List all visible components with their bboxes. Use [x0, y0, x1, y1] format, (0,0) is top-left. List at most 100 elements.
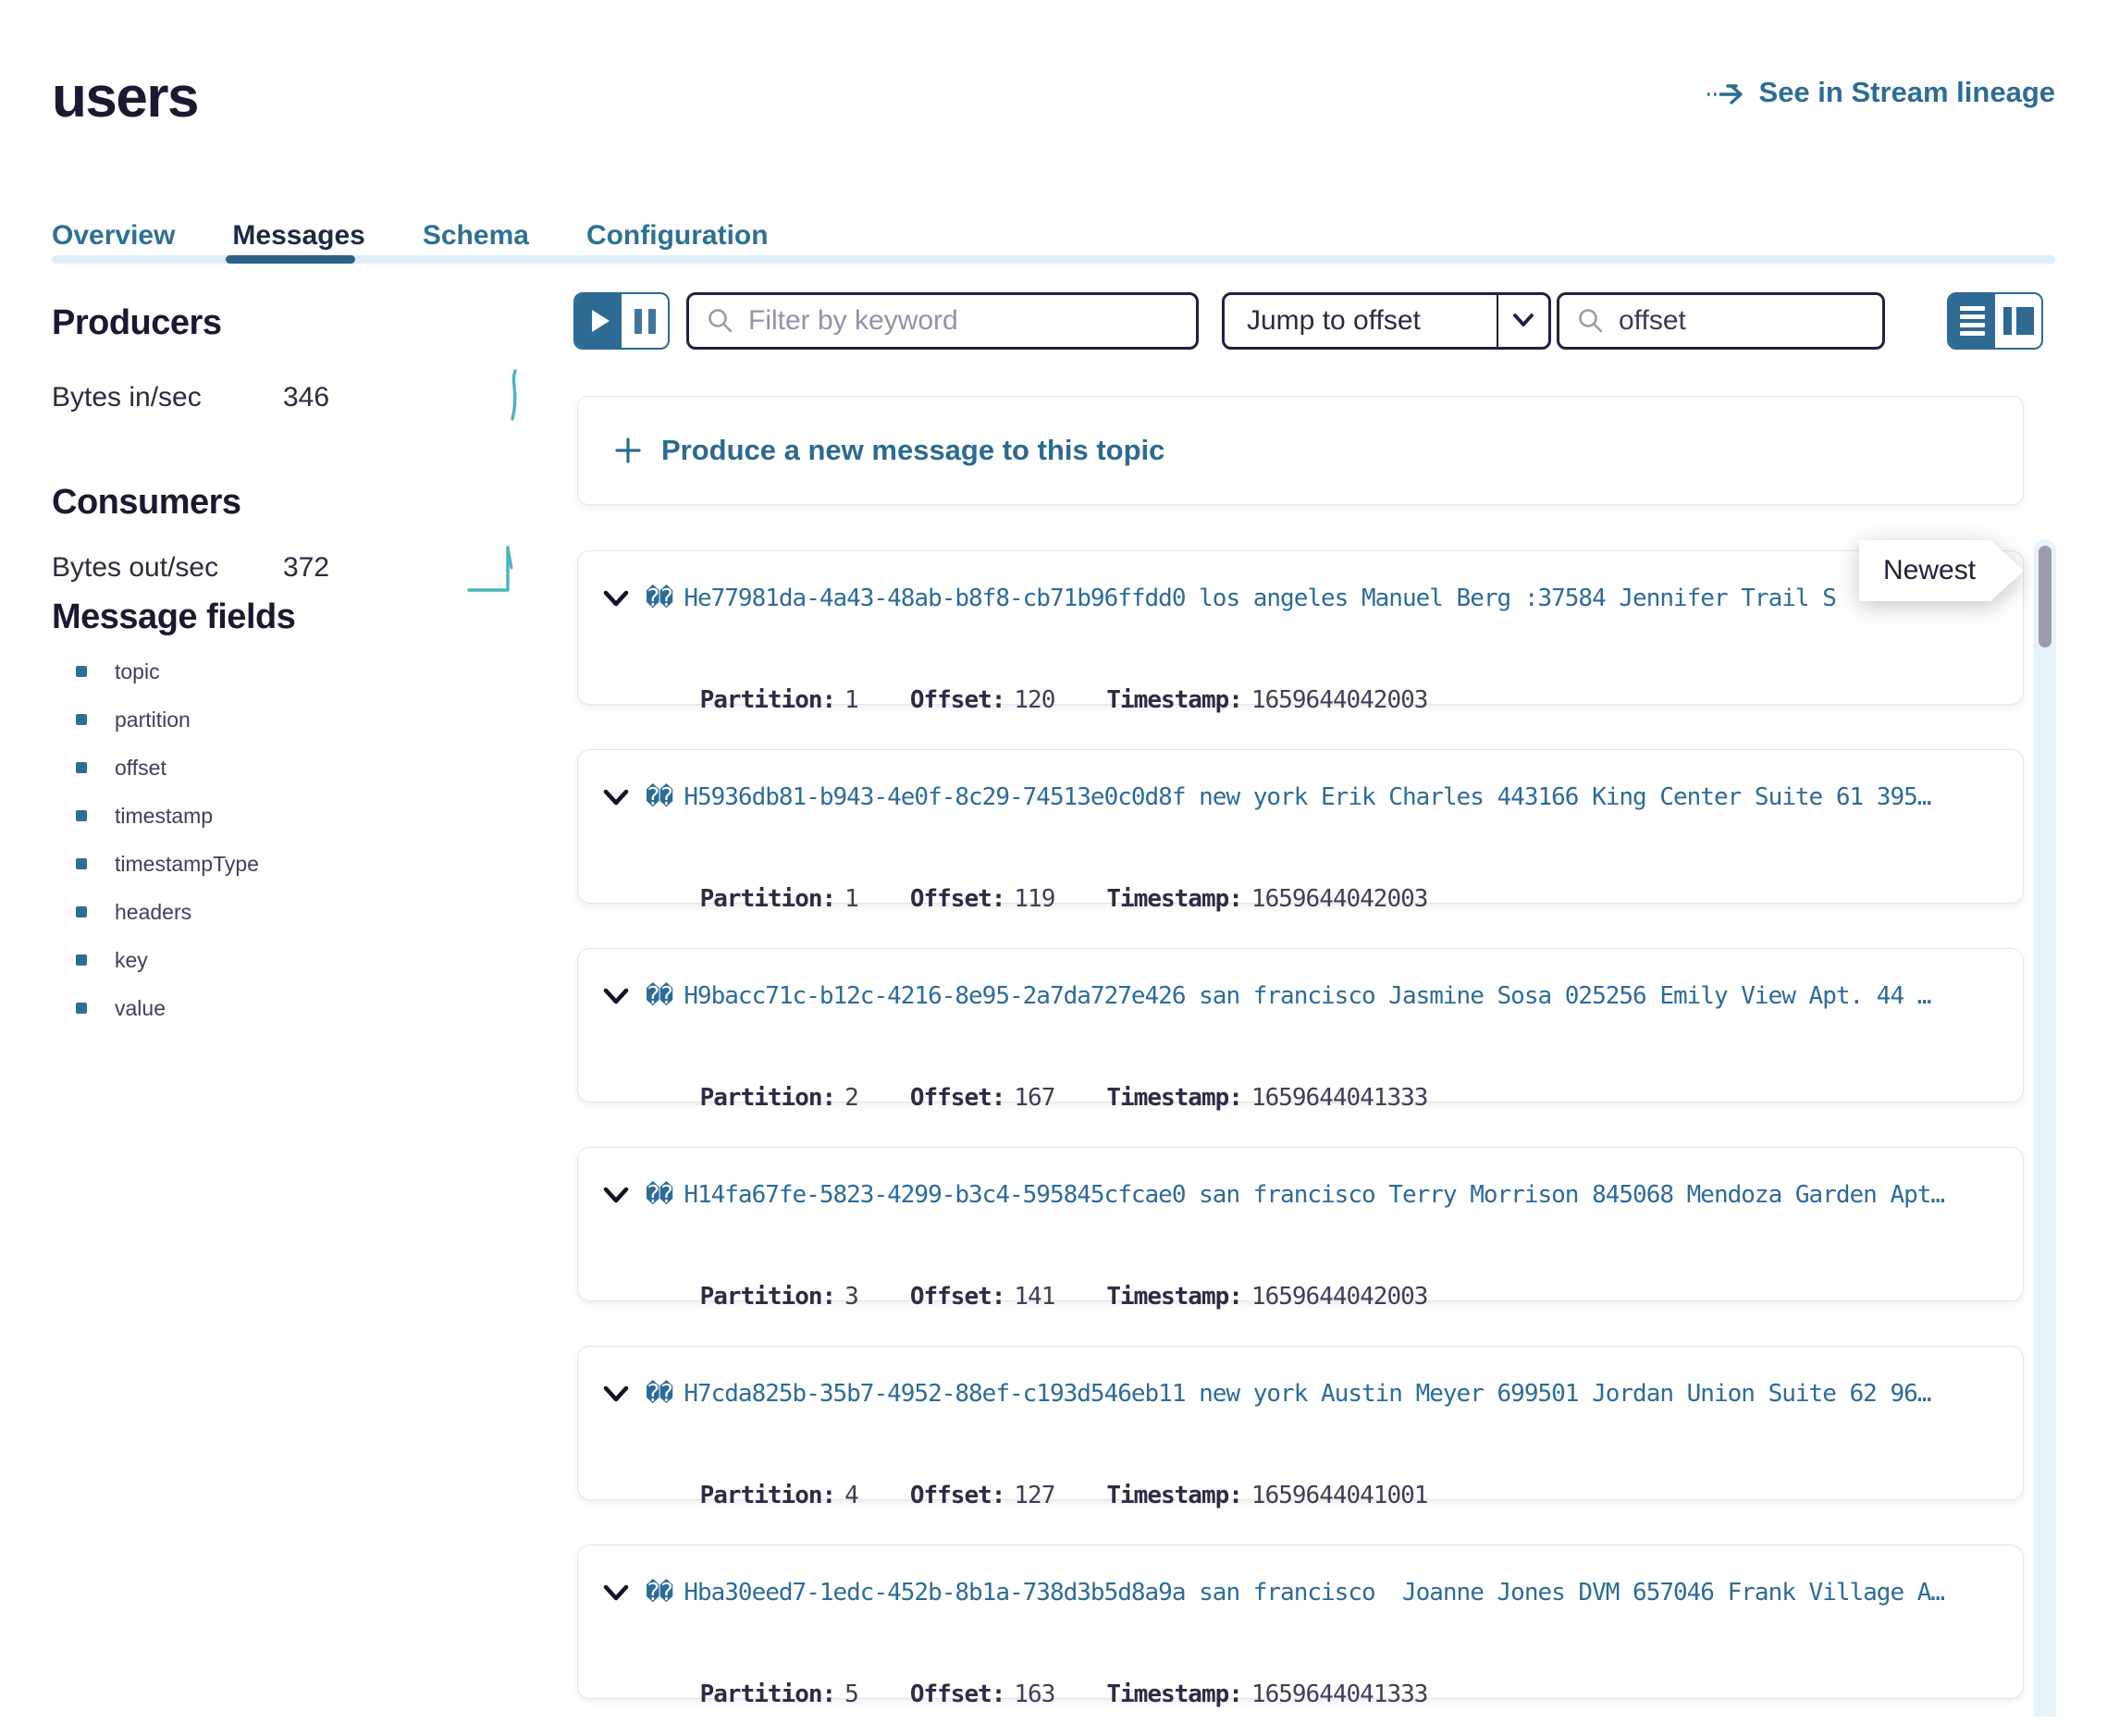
- bytes-out-sparkline: [466, 536, 525, 598]
- newest-tooltip-label: Newest: [1859, 540, 2024, 601]
- expand-chevron-icon[interactable]: [602, 1582, 630, 1604]
- tabs-underline-track: [52, 255, 2055, 264]
- message-card[interactable]: �� Hba30eed7-1edc-452b-8b1a-738d3b5d8a9a…: [577, 1545, 2024, 1699]
- messages-scrollbar-thumb[interactable]: [2039, 546, 2052, 647]
- field-item-offset[interactable]: offset: [52, 744, 496, 792]
- tab-overview[interactable]: Overview: [52, 220, 175, 252]
- message-summary-row: �� H9bacc71c-b12c-4216-8e95-2a7da727e426…: [602, 982, 2004, 1010]
- play-pause-toggle: [573, 292, 670, 350]
- pause-icon: [635, 309, 656, 334]
- tab-messages[interactable]: Messages: [232, 220, 364, 252]
- field-bullet-icon: [76, 858, 87, 869]
- producers-stat-row: Bytes in/sec 346: [52, 368, 525, 426]
- split-view-button[interactable]: [1995, 294, 2041, 348]
- message-meta-row: Partition:2Offset:167Timestamp:165964404…: [646, 1056, 1427, 1139]
- replacement-glyphs: ��: [646, 982, 672, 1010]
- expand-chevron-icon[interactable]: [602, 587, 630, 609]
- expand-chevron-icon[interactable]: [602, 985, 630, 1007]
- message-key-value-text: H5936db81-b943-4e0f-8c29-74513e0c0d8f ne…: [684, 783, 2004, 811]
- message-key-value-text: H7cda825b-35b7-4952-88ef-c193d546eb11 ne…: [684, 1380, 2004, 1408]
- offset-search-input[interactable]: [1619, 305, 1882, 337]
- message-meta-row: Partition:1Offset:120Timestamp:165964404…: [646, 659, 1427, 742]
- field-bullet-icon: [76, 666, 87, 677]
- message-summary-row: �� He77981da-4a43-48ab-b8f8-cb71b96ffdd0…: [602, 585, 2004, 612]
- offset-value: 119: [1014, 885, 1054, 913]
- expand-chevron-icon[interactable]: [602, 786, 630, 808]
- message-summary-row: �� H7cda825b-35b7-4952-88ef-c193d546eb11…: [602, 1380, 2004, 1408]
- message-card[interactable]: �� H5936db81-b943-4e0f-8c29-74513e0c0d8f…: [577, 749, 2024, 904]
- filter-input-box: [686, 292, 1199, 350]
- field-item-timestampType[interactable]: timestampType: [52, 840, 496, 888]
- consumers-stat-row: Bytes out/sec 372: [52, 536, 525, 598]
- consumers-heading: Consumers: [52, 483, 241, 523]
- partition-value: 1: [844, 686, 858, 714]
- field-bullet-icon: [76, 954, 87, 966]
- offset-value: 163: [1014, 1681, 1054, 1708]
- replacement-glyphs: ��: [646, 1380, 672, 1408]
- see-in-stream-lineage-label: See in Stream lineage: [1759, 76, 2055, 109]
- message-meta-row: Partition:3Offset:141Timestamp:165964404…: [646, 1255, 1427, 1338]
- tab-configuration[interactable]: Configuration: [586, 220, 769, 252]
- field-item-topic[interactable]: topic: [52, 647, 496, 696]
- producers-heading: Producers: [52, 303, 221, 343]
- view-mode-toggle: [1947, 292, 2043, 350]
- stream-lineage-arrow-icon: [1706, 79, 1746, 106]
- split-view-icon: [2003, 307, 2034, 335]
- message-key-value-text: H14fa67fe-5823-4299-b3c4-595845cfcae0 sa…: [684, 1181, 2004, 1209]
- partition-value: 3: [844, 1283, 858, 1311]
- message-fields-heading: Message fields: [52, 597, 295, 637]
- jump-to-offset-select[interactable]: Jump to offset: [1222, 292, 1551, 350]
- message-card[interactable]: �� H7cda825b-35b7-4952-88ef-c193d546eb11…: [577, 1346, 2024, 1500]
- field-item-value[interactable]: value: [52, 984, 496, 1032]
- replacement-glyphs: ��: [646, 1579, 672, 1607]
- timestamp-value: 1659644041333: [1251, 1084, 1428, 1112]
- jump-to-offset-label: Jump to offset: [1225, 305, 1497, 337]
- offset-value: 127: [1014, 1482, 1054, 1509]
- message-meta-row: Partition:1Offset:119Timestamp:165964404…: [646, 857, 1427, 941]
- field-item-timestamp[interactable]: timestamp: [52, 792, 496, 840]
- messages-scrollbar-track[interactable]: [2034, 539, 2056, 1717]
- plus-icon: [613, 436, 643, 465]
- partition-value: 2: [844, 1084, 858, 1112]
- message-meta-row: Partition:4Offset:127Timestamp:165964404…: [646, 1454, 1427, 1537]
- bytes-out-value: 372: [283, 552, 466, 584]
- tab-schema[interactable]: Schema: [423, 220, 529, 252]
- active-tab-indicator: [226, 255, 355, 264]
- expand-chevron-icon[interactable]: [602, 1184, 630, 1206]
- partition-value: 1: [844, 885, 858, 913]
- topic-tabs: Overview Messages Schema Configuration: [52, 220, 769, 252]
- field-item-headers[interactable]: headers: [52, 888, 496, 936]
- replacement-glyphs: ��: [646, 585, 672, 612]
- message-summary-row: �� H5936db81-b943-4e0f-8c29-74513e0c0d8f…: [602, 783, 2004, 811]
- message-fields-list: topic partition offset timestamp timesta…: [52, 647, 496, 1032]
- message-card[interactable]: �� H9bacc71c-b12c-4216-8e95-2a7da727e426…: [577, 948, 2024, 1102]
- message-card[interactable]: �� H14fa67fe-5823-4299-b3c4-595845cfcae0…: [577, 1147, 2024, 1301]
- message-key-value-text: Hba30eed7-1edc-452b-8b1a-738d3b5d8a9a sa…: [684, 1579, 2004, 1607]
- message-key-value-text: H9bacc71c-b12c-4216-8e95-2a7da727e426 sa…: [684, 982, 2004, 1010]
- see-in-stream-lineage-link[interactable]: See in Stream lineage: [1706, 76, 2055, 109]
- timestamp-value: 1659644042003: [1251, 885, 1428, 913]
- field-bullet-icon: [76, 1003, 87, 1014]
- bytes-out-label: Bytes out/sec: [52, 552, 283, 584]
- offset-value: 141: [1014, 1283, 1054, 1311]
- pause-button[interactable]: [622, 294, 668, 348]
- search-icon: [706, 306, 735, 336]
- expand-chevron-icon[interactable]: [602, 1383, 630, 1405]
- timestamp-value: 1659644042003: [1251, 686, 1428, 714]
- play-button[interactable]: [575, 294, 622, 348]
- bytes-in-label: Bytes in/sec: [52, 382, 283, 413]
- produce-new-message-label: Produce a new message to this topic: [661, 434, 1164, 467]
- offset-value: 120: [1014, 686, 1054, 714]
- produce-new-message-button[interactable]: Produce a new message to this topic: [577, 396, 2024, 505]
- timestamp-value: 1659644041333: [1251, 1681, 1428, 1708]
- replacement-glyphs: ��: [646, 783, 672, 811]
- list-view-button[interactable]: [1949, 294, 1995, 348]
- partition-value: 5: [844, 1681, 858, 1708]
- field-item-partition[interactable]: partition: [52, 696, 496, 744]
- offset-value: 167: [1014, 1084, 1054, 1112]
- field-item-key[interactable]: key: [52, 936, 496, 984]
- page-title: users: [52, 65, 198, 130]
- message-card[interactable]: �� He77981da-4a43-48ab-b8f8-cb71b96ffdd0…: [577, 550, 2024, 705]
- filter-by-keyword-input[interactable]: [748, 305, 1196, 337]
- message-summary-row: �� Hba30eed7-1edc-452b-8b1a-738d3b5d8a9a…: [602, 1579, 2004, 1607]
